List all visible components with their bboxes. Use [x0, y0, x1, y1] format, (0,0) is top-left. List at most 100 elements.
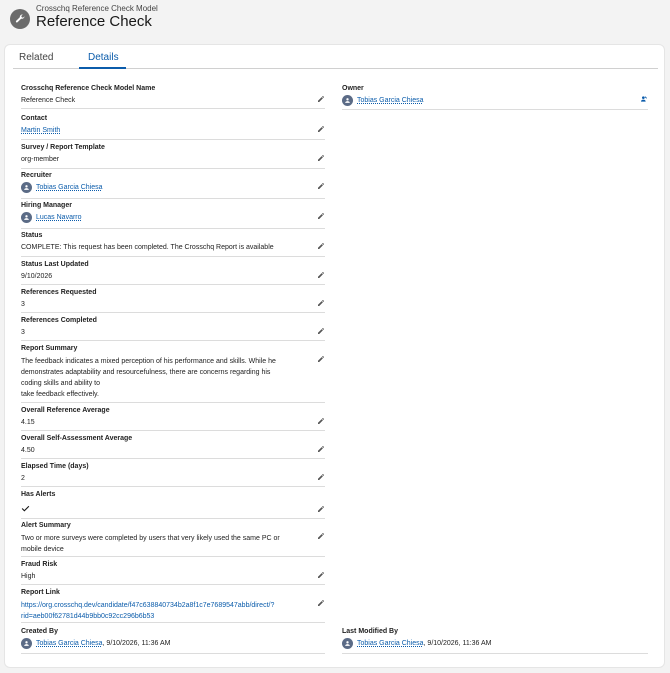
field-label: Overall Reference Average — [21, 407, 110, 414]
active-tab-indicator — [79, 67, 126, 69]
field-references-completed: References Completed 3 — [21, 317, 325, 341]
field-value: COMPLETE: This request has been complete… — [21, 244, 274, 251]
alert-summary-text: Two or more surveys were completed by us… — [21, 533, 280, 555]
contact-link[interactable]: Martin Smith — [21, 127, 60, 134]
field-recruiter: Recruiter Tobias Garcia Chiesa — [21, 172, 325, 199]
user-avatar-icon — [342, 95, 353, 106]
tab-bar: Related Details — [13, 47, 658, 69]
edit-pencil-icon[interactable] — [317, 95, 325, 103]
report-link-line[interactable]: rid=aeb00f62781d44b9bb0c92cc296b6b53 — [21, 611, 274, 622]
field-label: Status — [21, 232, 43, 239]
details-card: Related Details Crosschq Reference Check… — [4, 44, 665, 668]
wrench-icon — [10, 9, 30, 29]
alert-summary-line: mobile device — [21, 546, 64, 553]
field-overall-self-assessment-average: Overall Self-Assessment Average 4.50 — [21, 435, 325, 459]
user-avatar-icon — [21, 182, 32, 193]
field-contact: Contact Martin Smith — [21, 115, 325, 140]
created-by-user-link[interactable]: Tobias Garcia Chiesa — [36, 640, 103, 647]
record-header: Crosschq Reference Check Model Reference… — [0, 0, 670, 42]
field-label: Report Link — [21, 589, 60, 596]
edit-pencil-icon[interactable] — [317, 125, 325, 133]
report-summary-text: The feedback indicates a mixed perceptio… — [21, 356, 276, 400]
checkmark-icon — [21, 504, 30, 513]
report-summary-line: take feedback effectively. — [21, 391, 99, 398]
last-modified-by-timestamp: , 9/10/2026, 11:36 AM — [423, 640, 492, 647]
field-value: 3 — [21, 301, 25, 308]
hiring-manager-link[interactable]: Lucas Navarro — [36, 214, 82, 221]
edit-pencil-icon[interactable] — [317, 473, 325, 481]
user-avatar-icon — [21, 638, 32, 649]
field-label: Has Alerts — [21, 491, 56, 498]
user-avatar-icon — [21, 212, 32, 223]
field-value: 2 — [21, 475, 25, 482]
field-label: Overall Self-Assessment Average — [21, 435, 133, 442]
report-link-url[interactable]: https://org.crosschq.dev/candidate/f47c6… — [21, 600, 274, 622]
field-label: Recruiter — [21, 172, 52, 179]
field-value: 9/10/2026 — [21, 273, 53, 280]
field-report-summary: Report Summary The feedback indicates a … — [21, 345, 325, 403]
field-label: Elapsed Time (days) — [21, 463, 89, 470]
field-label: Crosschq Reference Check Model Name — [21, 85, 156, 92]
user-avatar-icon — [342, 638, 353, 649]
tab-related[interactable]: Related — [19, 52, 53, 63]
edit-pencil-icon[interactable] — [317, 271, 325, 279]
edit-pencil-icon[interactable] — [317, 327, 325, 335]
alert-summary-line: Two or more surveys were completed by us… — [21, 535, 280, 542]
field-created-by: Created By Tobias Garcia Chiesa, 9/10/20… — [21, 628, 325, 654]
field-value: High — [21, 573, 36, 580]
field-label: Survey / Report Template — [21, 144, 105, 151]
field-label: References Completed — [21, 317, 97, 324]
field-overall-reference-average: Overall Reference Average 4.15 — [21, 407, 325, 431]
edit-pencil-icon[interactable] — [317, 212, 325, 220]
field-label: Alert Summary — [21, 522, 71, 529]
field-label: Fraud Risk — [21, 561, 58, 568]
report-link-line[interactable]: https://org.crosschq.dev/candidate/f47c6… — [21, 600, 274, 611]
object-type-label: Crosschq Reference Check Model — [36, 4, 158, 13]
last-modified-by-value: Tobias Garcia Chiesa, 9/10/2026, 11:36 A… — [357, 640, 492, 647]
report-summary-line: coding skills and ability to — [21, 380, 100, 387]
edit-pencil-icon[interactable] — [317, 505, 325, 513]
change-owner-icon[interactable] — [640, 95, 648, 103]
field-label: Owner — [342, 85, 364, 92]
field-value: Reference Check — [21, 97, 76, 104]
field-hiring-manager: Hiring Manager Lucas Navarro — [21, 202, 325, 229]
field-label: Contact — [21, 115, 48, 122]
page-title: Reference Check — [36, 13, 152, 30]
field-alert-summary: Alert Summary Two or more surveys were c… — [21, 522, 325, 557]
edit-pencil-icon[interactable] — [317, 242, 325, 250]
field-has-alerts: Has Alerts — [21, 491, 325, 519]
field-value: 4.50 — [21, 447, 35, 454]
field-elapsed-time: Elapsed Time (days) 2 — [21, 463, 325, 487]
edit-pencil-icon[interactable] — [317, 599, 325, 607]
field-label: Report Summary — [21, 345, 78, 352]
field-label: Status Last Updated — [21, 261, 89, 268]
edit-pencil-icon[interactable] — [317, 445, 325, 453]
field-report-link: Report Link https://org.crosschq.dev/can… — [21, 589, 325, 623]
field-status: Status COMPLETE: This request has been c… — [21, 232, 325, 257]
edit-pencil-icon[interactable] — [317, 355, 325, 363]
edit-pencil-icon[interactable] — [317, 532, 325, 540]
created-by-value: Tobias Garcia Chiesa, 9/10/2026, 11:36 A… — [36, 640, 171, 647]
field-references-requested: References Requested 3 — [21, 289, 325, 313]
field-value: 4.15 — [21, 419, 35, 426]
field-model-name: Crosschq Reference Check Model Name Refe… — [21, 85, 325, 109]
report-summary-line: The feedback indicates a mixed perceptio… — [21, 358, 276, 365]
tab-details[interactable]: Details — [88, 52, 119, 63]
field-fraud-risk: Fraud Risk High — [21, 561, 325, 585]
field-label: References Requested — [21, 289, 97, 296]
edit-pencil-icon[interactable] — [317, 571, 325, 579]
edit-pencil-icon[interactable] — [317, 417, 325, 425]
field-last-modified-by: Last Modified By Tobias Garcia Chiesa, 9… — [342, 628, 648, 654]
field-label: Created By — [21, 628, 58, 635]
last-modified-by-user-link[interactable]: Tobias Garcia Chiesa — [357, 640, 424, 647]
field-survey-template: Survey / Report Template org-member — [21, 144, 325, 169]
owner-link[interactable]: Tobias Garcia Chiesa — [357, 97, 424, 104]
edit-pencil-icon[interactable] — [317, 182, 325, 190]
edit-pencil-icon[interactable] — [317, 299, 325, 307]
field-value: 3 — [21, 329, 25, 336]
recruiter-link[interactable]: Tobias Garcia Chiesa — [36, 184, 103, 191]
field-label: Last Modified By — [342, 628, 399, 635]
created-by-timestamp: , 9/10/2026, 11:36 AM — [102, 640, 171, 647]
edit-pencil-icon[interactable] — [317, 154, 325, 162]
field-value: org-member — [21, 156, 60, 163]
